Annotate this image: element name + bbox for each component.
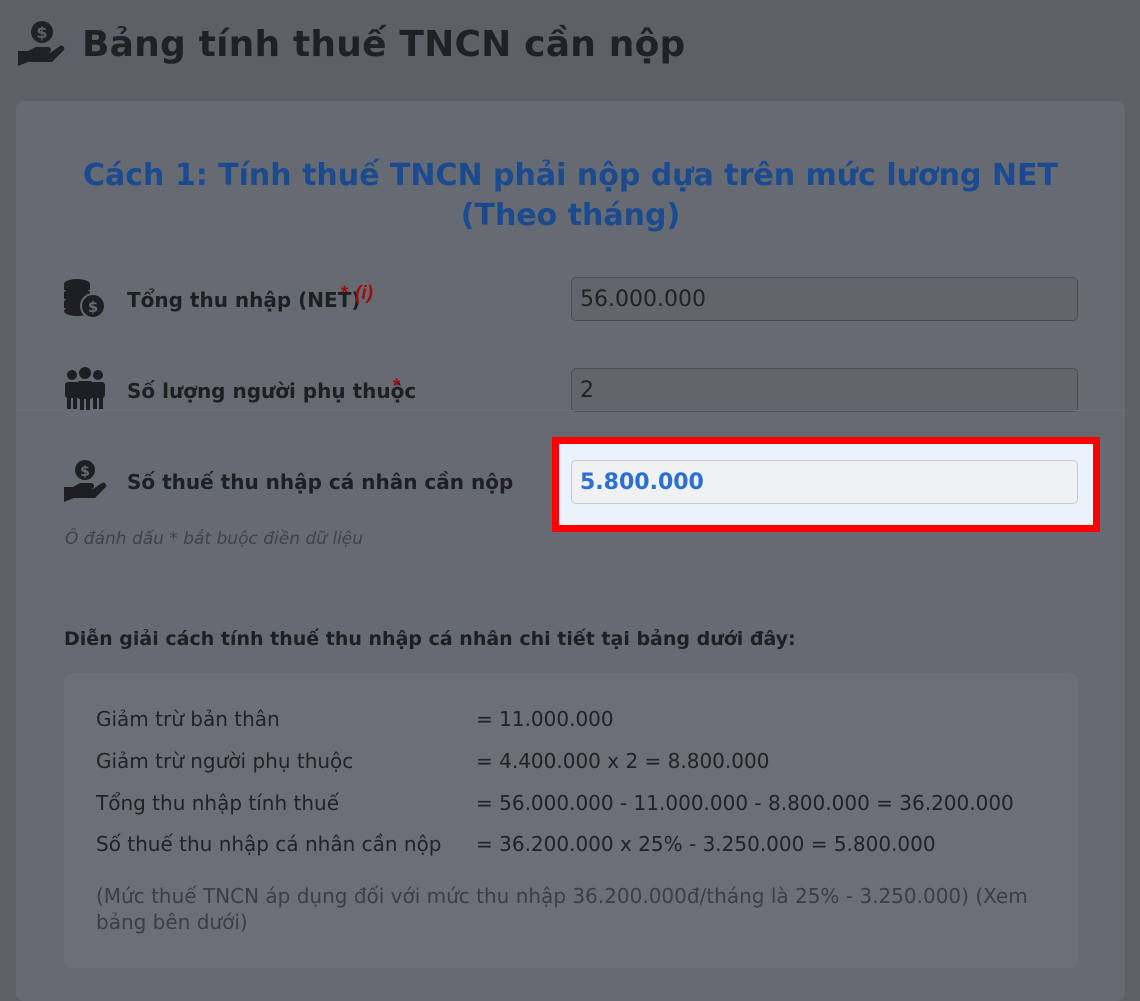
explanation-label: Giảm trừ người phụ thuộc	[96, 749, 354, 773]
explanation-heading: Diễn giải cách tính thuế thu nhập cá nhâ…	[64, 628, 796, 650]
required-note: Ô đánh dấu * bắt buộc điền dữ liệu	[65, 529, 364, 549]
people-group-icon	[62, 367, 108, 413]
card-title: Cách 1: Tính thuế TNCN phải nộp dựa trên…	[16, 156, 1125, 236]
page-header: $ Bảng tính thuế TNCN cần nộp	[16, 18, 686, 70]
explanation-box: Giảm trừ bản thân = 11.000.000 Giảm trừ …	[64, 673, 1078, 968]
explanation-label: Giảm trừ bản thân	[96, 707, 280, 731]
explanation-value: = 56.000.000 - 11.000.000 - 8.800.000 = …	[476, 791, 1014, 815]
card-title-line2: (Theo tháng)	[460, 198, 681, 233]
explanation-footnote: (Mức thuế TNCN áp dụng đối với mức thu n…	[96, 884, 1028, 934]
card-title-line1: Cách 1: Tính thuế TNCN phải nộp dựa trên…	[83, 158, 1058, 193]
svg-text:$: $	[80, 464, 90, 480]
svg-text:$: $	[36, 23, 47, 42]
required-marker: *	[340, 283, 348, 304]
net-income-label: Tổng thu nhập (NET)	[127, 288, 361, 312]
coins-icon: $	[62, 276, 108, 322]
info-icon[interactable]: (i)	[355, 283, 373, 305]
explanation-value: = 4.400.000 x 2 = 8.800.000	[476, 749, 770, 773]
explanation-label: Tổng thu nhập tính thuế	[96, 791, 339, 815]
required-marker: *	[392, 376, 400, 397]
divider	[16, 410, 1125, 411]
explanation-label: Số thuế thu nhập cá nhân cần nộp	[96, 832, 442, 856]
money-hand-icon: $	[62, 458, 108, 504]
tax-due-label: Số thuế thu nhập cá nhân cần nộp	[127, 470, 514, 494]
dependents-input[interactable]: 2	[571, 368, 1078, 412]
svg-text:$: $	[88, 298, 98, 316]
money-hand-icon: $	[16, 18, 68, 70]
tax-due-output: 5.800.000	[571, 460, 1078, 504]
explanation-value: = 11.000.000	[476, 707, 614, 731]
explanation-value: = 36.200.000 x 25% - 3.250.000 = 5.800.0…	[476, 832, 936, 856]
dependents-label: Số lượng người phụ thuộc	[127, 379, 417, 403]
page-title: Bảng tính thuế TNCN cần nộp	[82, 23, 686, 65]
net-income-input[interactable]: 56.000.000	[571, 277, 1078, 321]
